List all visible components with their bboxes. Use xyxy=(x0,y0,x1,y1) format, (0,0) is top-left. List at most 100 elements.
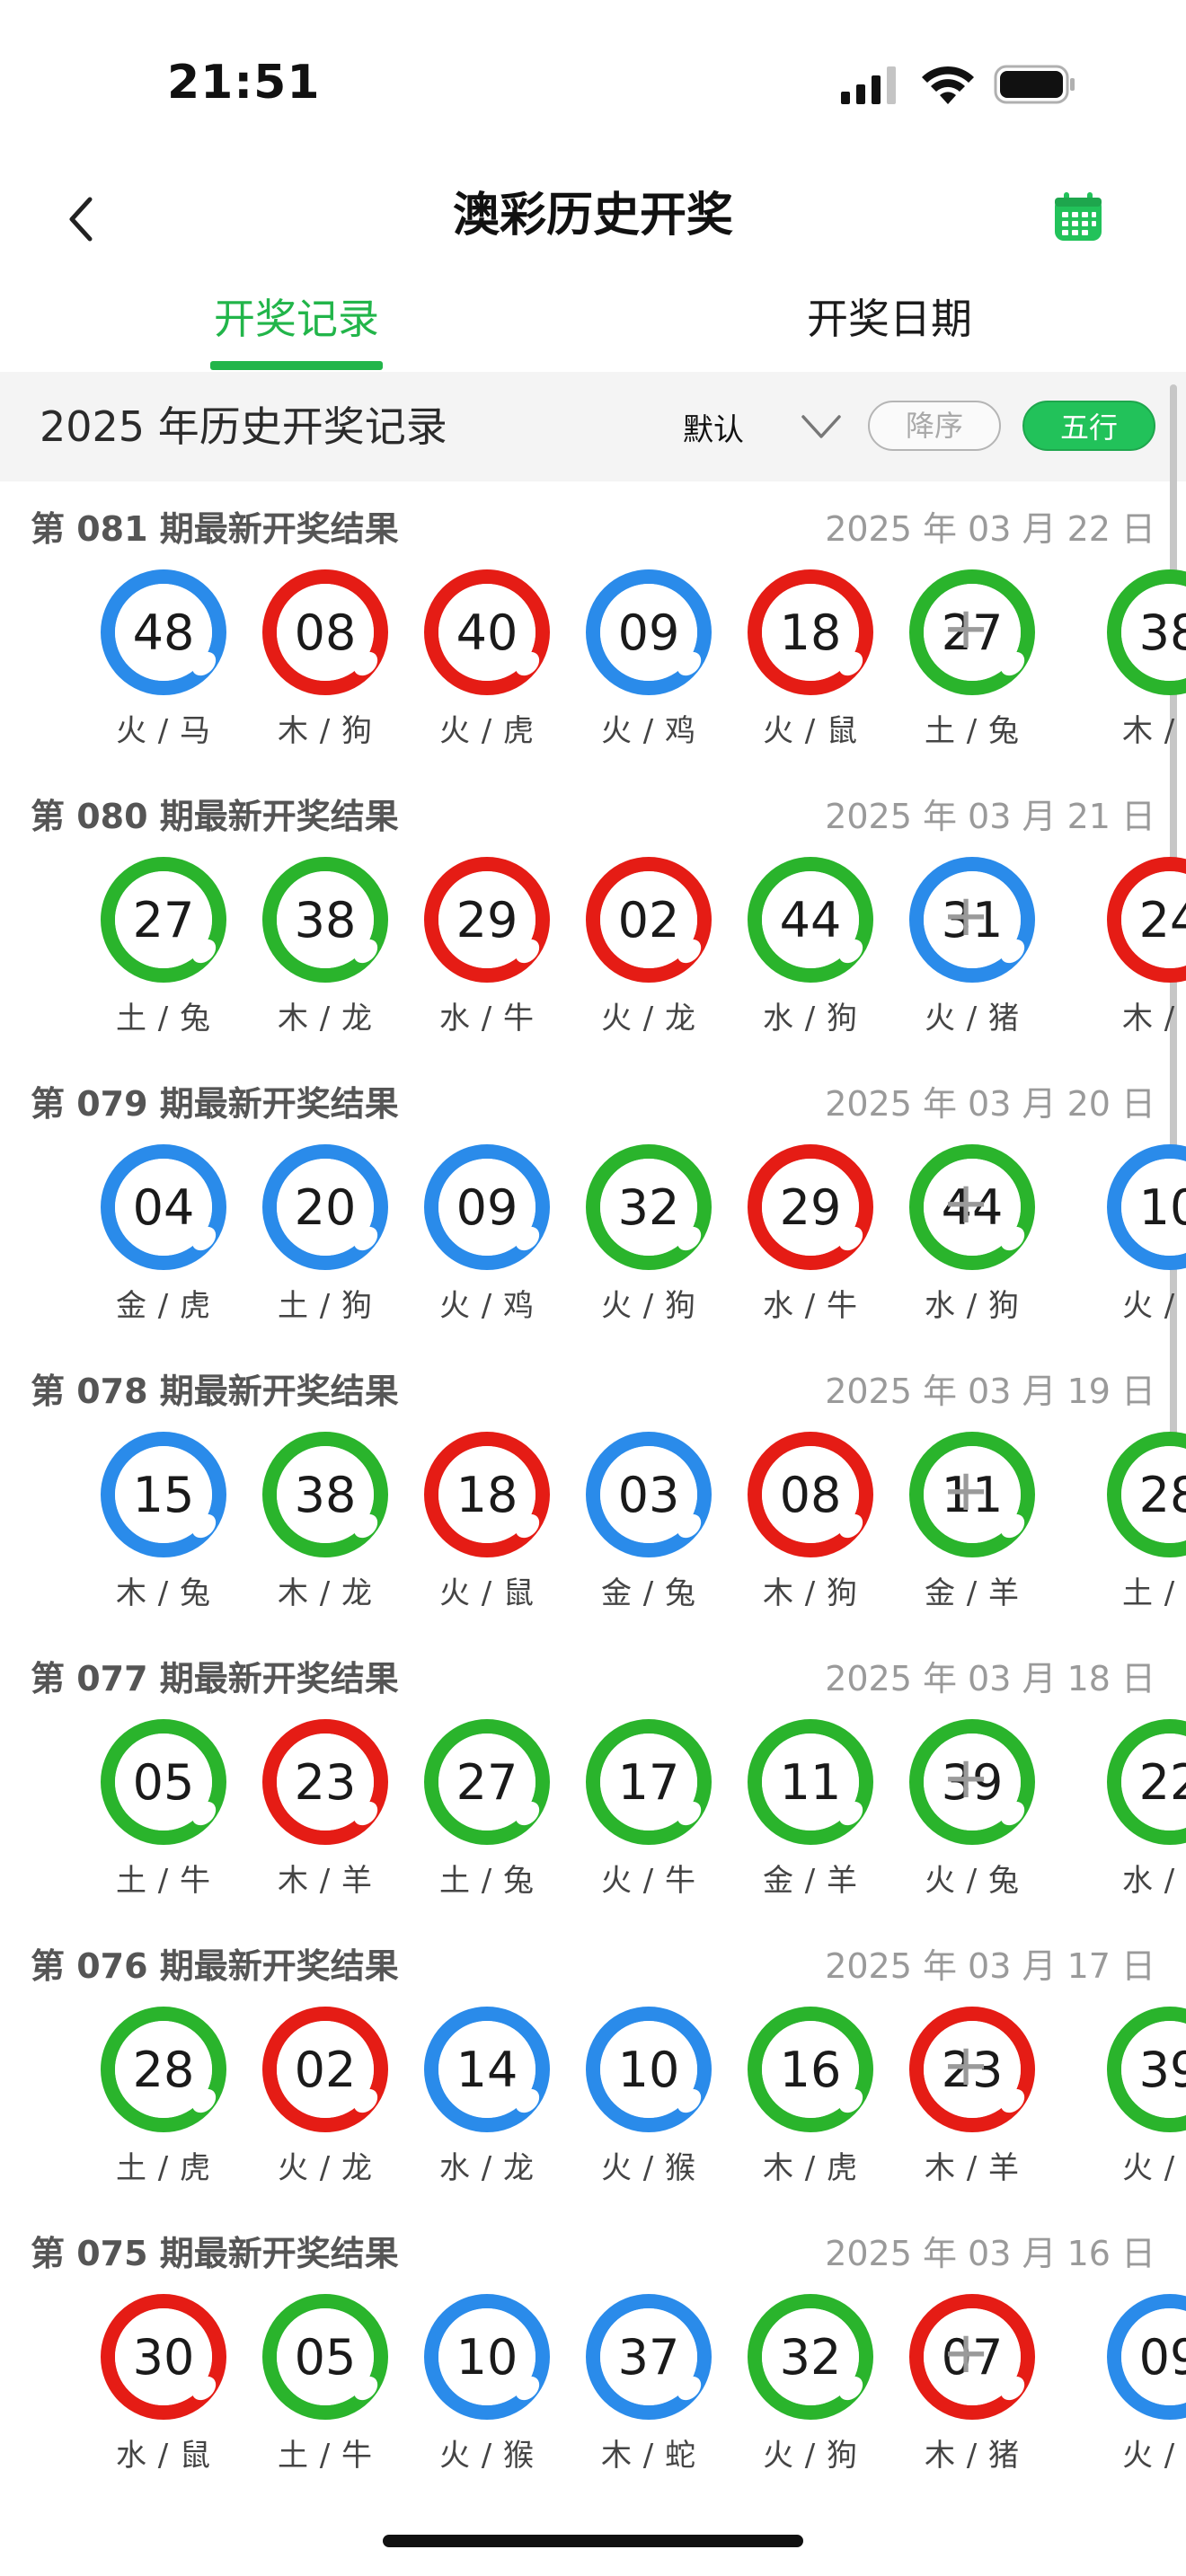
lottery-ball: 04 金 / 虎 xyxy=(97,1144,230,1360)
draw-result-item[interactable]: 第 075 期最新开奖结果 2025 年 03 月 16 日 30 水 / 鼠 05 土 … xyxy=(0,2206,1186,2493)
ball-element-zodiac: 木 / 龙 xyxy=(277,1001,374,1037)
ball-red: 30 xyxy=(101,2294,226,2420)
sort-select-value: 默认 xyxy=(683,411,744,448)
ball-green: 28 xyxy=(1107,1432,1186,1557)
active-tab-indicator xyxy=(210,361,383,370)
draw-result-item[interactable]: 第 076 期最新开奖结果 2025 年 03 月 17 日 28 土 / 虎 02 火 … xyxy=(0,1919,1186,2206)
draw-result-item[interactable]: 第 080 期最新开奖结果 2025 年 03 月 21 日 27 土 / 兔 38 木 … xyxy=(0,769,1186,1056)
draw-title: 第 080 期最新开奖结果 xyxy=(31,797,399,836)
ball-red: 02 xyxy=(586,857,712,983)
ball-element-zodiac: 金 / 兔 xyxy=(600,1575,697,1611)
ball-element-zodiac: 水 / 鼠 xyxy=(115,2438,212,2474)
ball-blue: 10 xyxy=(424,2294,550,2420)
draw-header: 第 080 期最新开奖结果 2025 年 03 月 21 日 xyxy=(31,789,1155,836)
ball-green: 27 xyxy=(424,1719,550,1845)
plus-sign: + xyxy=(942,883,990,949)
tab-draw-dates[interactable]: 开奖日期 xyxy=(593,278,1186,372)
lottery-ball: 37 木 / 蛇 xyxy=(582,2294,715,2510)
lottery-ball: 40 火 / 虎 xyxy=(420,569,553,785)
lottery-ball: 09 火 / 鸡 xyxy=(582,569,715,785)
ball-element-zodiac: 木 / 狗 xyxy=(277,713,374,749)
ball-element-zodiac: 土 / 虎 xyxy=(115,2150,212,2186)
lottery-ball: 48 火 / 马 xyxy=(97,569,230,785)
ball-element-zodiac: 火 / 鸡 xyxy=(438,1288,535,1324)
back-button[interactable] xyxy=(54,183,108,255)
draw-result-item[interactable]: 第 081 期最新开奖结果 2025 年 03 月 22 日 48 火 / 马 08 木 … xyxy=(0,481,1186,769)
ball-element-zodiac: 土 / 兔 xyxy=(438,1863,535,1899)
draw-date: 2025 年 03 月 18 日 xyxy=(825,1659,1155,1698)
calendar-icon[interactable] xyxy=(1049,189,1107,246)
ball-element-zodiac: 木 / 狗 xyxy=(762,1575,859,1611)
ball-blue: 20 xyxy=(262,1144,388,1270)
special-lottery-ball: 09 火 / 鸡 xyxy=(1103,2294,1186,2510)
lottery-ball: 05 土 / 牛 xyxy=(97,1719,230,1935)
wuxing-toggle-button[interactable]: 五行 xyxy=(1022,401,1155,451)
sort-select[interactable]: 默认 xyxy=(683,397,845,456)
ball-green: 44 xyxy=(748,857,873,983)
lottery-ball: 38 木 / 龙 xyxy=(259,1432,392,1647)
wifi-icon xyxy=(922,66,974,104)
lottery-ball: 05 土 / 牛 xyxy=(259,2294,392,2510)
ball-element-zodiac: 火 / 鸡 xyxy=(600,713,697,749)
ball-number: 24 xyxy=(1121,871,1186,968)
ball-element-zodiac: 火 / 鸡 xyxy=(1121,2438,1186,2474)
status-bar: 21:51 xyxy=(0,0,1186,171)
special-lottery-ball: 38 木 / 龙 xyxy=(1103,569,1186,785)
ball-red: 08 xyxy=(748,1432,873,1557)
ball-number: 38 xyxy=(1121,584,1186,681)
tab-bar: 开奖记录 开奖日期 xyxy=(0,278,1186,372)
ball-element-zodiac: 木 / 蛇 xyxy=(600,2438,697,2474)
lottery-ball: 29 水 / 牛 xyxy=(744,1144,877,1360)
draw-title: 第 081 期最新开奖结果 xyxy=(31,509,399,549)
draw-results-list: 第 081 期最新开奖结果 2025 年 03 月 22 日 48 火 / 马 08 木 … xyxy=(0,481,1186,2493)
lottery-ball: 11 金 / 羊 xyxy=(744,1719,877,1935)
lottery-ball: 02 火 / 龙 xyxy=(259,2007,392,2222)
plus-sign: + xyxy=(942,1170,990,1237)
draw-header: 第 079 期最新开奖结果 2025 年 03 月 20 日 xyxy=(31,1076,1155,1124)
ball-element-zodiac: 木 / 兔 xyxy=(115,1575,212,1611)
ball-element-zodiac: 木 / 羊 xyxy=(277,1863,374,1899)
plus-sign: + xyxy=(942,595,990,662)
ball-blue: 03 xyxy=(586,1432,712,1557)
draw-result-item[interactable]: 第 077 期最新开奖结果 2025 年 03 月 18 日 05 土 / 牛 23 木 … xyxy=(0,1631,1186,1919)
ball-red: 29 xyxy=(424,857,550,983)
ball-green: 32 xyxy=(748,2294,873,2420)
ball-green: 05 xyxy=(262,2294,388,2420)
battery-icon xyxy=(994,65,1075,104)
lottery-ball: 30 水 / 鼠 xyxy=(97,2294,230,2510)
home-indicator[interactable] xyxy=(383,2535,803,2547)
draw-result-item[interactable]: 第 079 期最新开奖结果 2025 年 03 月 20 日 04 金 / 虎 20 土 … xyxy=(0,1056,1186,1344)
ball-element-zodiac: 火 / 猪 xyxy=(924,1001,1021,1037)
tab-draw-records[interactable]: 开奖记录 xyxy=(0,278,593,372)
special-lottery-ball: 22 水 / 猴 xyxy=(1103,1719,1186,1935)
ball-element-zodiac: 火 / 龙 xyxy=(277,2150,374,2186)
lottery-ball: 10 火 / 猴 xyxy=(420,2294,553,2510)
ball-element-zodiac: 火 / 狗 xyxy=(600,1288,697,1324)
nav-bar: 澳彩历史开奖 xyxy=(0,171,1186,278)
chevron-down-icon xyxy=(801,415,841,438)
ball-element-zodiac: 火 / 猴 xyxy=(438,2438,535,2474)
plus-sign: + xyxy=(942,2033,990,2099)
draw-result-item[interactable]: 第 078 期最新开奖结果 2025 年 03 月 19 日 15 木 / 兔 38 木 … xyxy=(0,1344,1186,1631)
ball-red: 18 xyxy=(424,1432,550,1557)
ball-green: 05 xyxy=(101,1719,226,1845)
lottery-ball: 17 火 / 牛 xyxy=(582,1719,715,1935)
ball-red: 40 xyxy=(424,569,550,695)
draw-header: 第 075 期最新开奖结果 2025 年 03 月 16 日 xyxy=(31,2226,1155,2273)
lottery-ball: 27 土 / 兔 xyxy=(420,1719,553,1935)
ball-green: 17 xyxy=(586,1719,712,1845)
ball-element-zodiac: 水 / 牛 xyxy=(762,1288,859,1324)
ball-number: 28 xyxy=(1121,1446,1186,1543)
page-title: 澳彩历史开奖 xyxy=(452,189,733,243)
ball-element-zodiac: 土 / 兔 xyxy=(924,713,1021,749)
lottery-ball: 09 火 / 鸡 xyxy=(420,1144,553,1360)
ball-number: 09 xyxy=(1121,2308,1186,2405)
ball-red: 24 xyxy=(1107,857,1186,983)
special-lottery-ball: 39 火 / 兔 xyxy=(1103,2007,1186,2222)
ball-element-zodiac: 火 / 虎 xyxy=(438,713,535,749)
descending-order-button[interactable]: 降序 xyxy=(868,401,1001,451)
ball-blue: 04 xyxy=(101,1144,226,1270)
draw-title: 第 077 期最新开奖结果 xyxy=(31,1659,399,1698)
draw-title: 第 075 期最新开奖结果 xyxy=(31,2234,399,2273)
ball-blue: 15 xyxy=(101,1432,226,1557)
